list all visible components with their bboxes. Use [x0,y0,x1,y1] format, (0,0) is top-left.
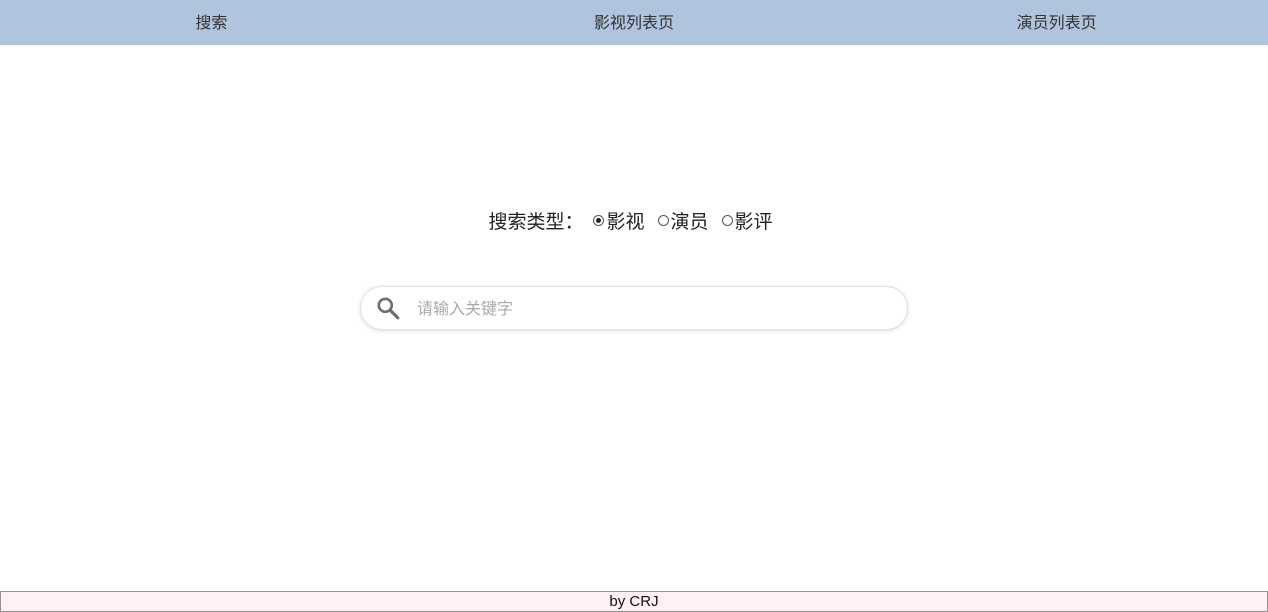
radio-label-actor: 演员 [670,211,709,233]
top-navbar: 搜索 影视列表页 演员列表页 [0,0,1268,45]
radio-option-actor[interactable]: 演员 [657,207,709,234]
radio-label-review: 影评 [734,211,773,233]
nav-item-movie-list[interactable]: 影视列表页 [423,0,846,45]
search-type-group: 搜索类型： 影视 演员 影评 [0,207,1268,234]
search-box[interactable] [360,286,908,330]
search-icon[interactable] [375,295,401,321]
radio-button-movie[interactable] [593,215,605,226]
radio-option-movie[interactable]: 影视 [593,207,645,234]
search-type-label: 搜索类型： [488,211,584,233]
footer-text: by CRJ [609,593,659,610]
radio-button-review[interactable] [721,215,733,226]
radio-button-actor[interactable] [657,215,669,226]
footer: by CRJ [0,591,1268,612]
page: 搜索 影视列表页 演员列表页 搜索类型： 影视 演员 影评 by CRJ [0,0,1268,612]
search-input[interactable] [417,298,877,318]
radio-option-review[interactable]: 影评 [721,207,773,234]
nav-item-search[interactable]: 搜索 [0,0,423,45]
radio-label-movie: 影视 [606,211,645,233]
nav-item-actor-list[interactable]: 演员列表页 [845,0,1268,45]
